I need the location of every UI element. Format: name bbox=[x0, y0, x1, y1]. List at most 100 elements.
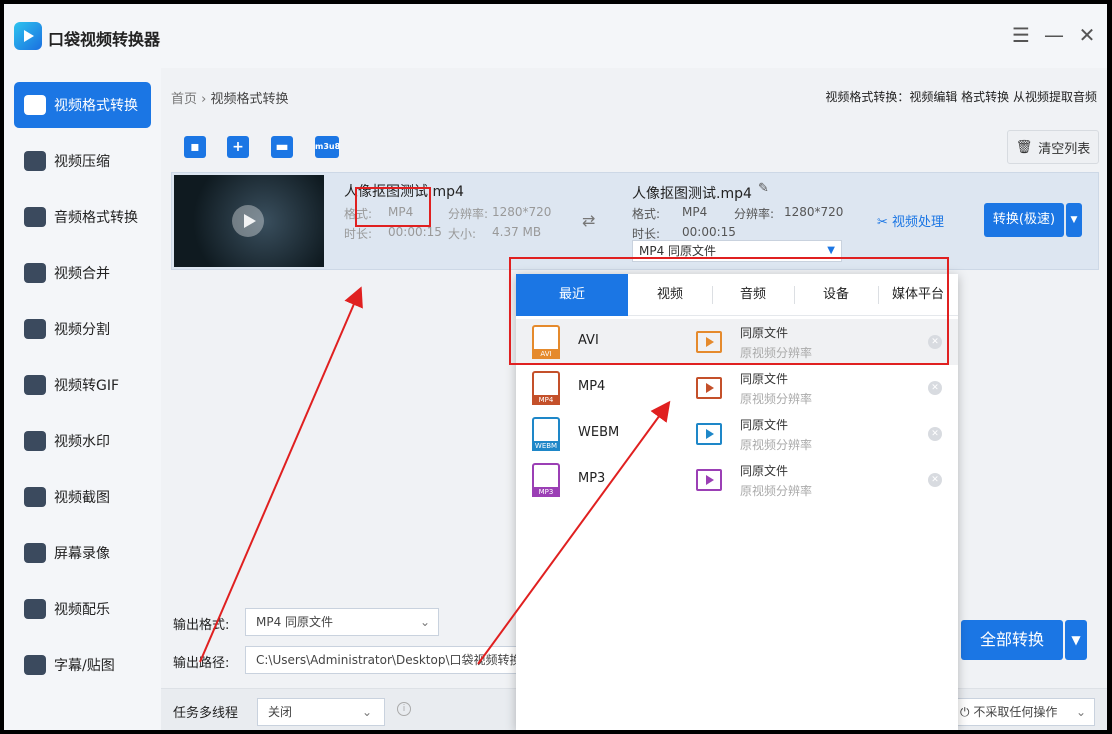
breadcrumb: 首页 › 视频格式转换 bbox=[171, 88, 289, 107]
sidebar-item-label: 视频转GIF bbox=[54, 378, 120, 394]
add-folder-icon[interactable]: + bbox=[227, 136, 249, 158]
src-res: 1280*720 bbox=[492, 205, 552, 219]
video-process-label: 视频处理 bbox=[892, 215, 945, 230]
app-window: 口袋视频转换器 ☰ — ✕ 视频格式转换 视频压缩 音频格式转换 视频合并 视频… bbox=[4, 4, 1107, 730]
sidebar-item-audio-convert[interactable]: 音频格式转换 bbox=[14, 194, 151, 240]
thread-select[interactable]: 关闭 ⌄ bbox=[257, 698, 385, 726]
sidebar-item-video-music[interactable]: 视频配乐 bbox=[14, 586, 151, 632]
breadcrumb-home[interactable]: 首页 bbox=[171, 92, 197, 107]
subtitle-icon bbox=[24, 655, 46, 675]
tab-device[interactable]: 设备 bbox=[794, 274, 878, 316]
out-res: 1280*720 bbox=[784, 205, 844, 219]
add-file-icon[interactable]: ▪ bbox=[184, 136, 206, 158]
output-path-input[interactable]: C:\Users\Administrator\Desktop\口袋视频转换 bbox=[245, 646, 525, 674]
sidebar-item-video-compress[interactable]: 视频压缩 bbox=[14, 138, 151, 184]
sidebar-item-label: 字幕/贴图 bbox=[54, 658, 115, 674]
gif-icon bbox=[24, 375, 46, 395]
format-name: WEBM bbox=[578, 425, 620, 440]
after-action-select[interactable]: ⏻ 不采取任何操作 ⌄ bbox=[951, 698, 1095, 726]
menu-icon[interactable]: ☰ bbox=[1010, 24, 1032, 46]
minimize-icon[interactable]: — bbox=[1043, 24, 1065, 46]
m3u8-icon[interactable]: m3u8 bbox=[315, 136, 340, 158]
sidebar-item-label: 视频压缩 bbox=[54, 154, 110, 170]
compress-icon bbox=[24, 151, 46, 171]
merge-icon bbox=[24, 263, 46, 283]
remove-icon[interactable]: ✕ bbox=[928, 473, 942, 487]
tab-recent[interactable]: 最近 bbox=[516, 274, 628, 316]
format-row-mp3[interactable]: MP3 MP3 同原文件 原视频分辨率 ✕ bbox=[516, 457, 958, 503]
sidebar-item-subtitle[interactable]: 字幕/贴图 bbox=[14, 642, 151, 688]
convert-options-dropdown[interactable]: ▼ bbox=[1066, 203, 1082, 237]
film-icon bbox=[696, 377, 722, 399]
film-icon bbox=[696, 331, 722, 353]
app-title: 口袋视频转换器 bbox=[48, 30, 161, 49]
remove-icon[interactable]: ✕ bbox=[928, 335, 942, 349]
sidebar-item-video-gif[interactable]: 视频转GIF bbox=[14, 362, 151, 408]
format-row-webm[interactable]: WEBM WEBM 同原文件 原视频分辨率 ✕ bbox=[516, 411, 958, 457]
sidebar-item-video-merge[interactable]: 视频合并 bbox=[14, 250, 151, 296]
source-file-name: 人像抠图测试.mp4 bbox=[344, 184, 464, 200]
shuffle-icon: ⇄ bbox=[582, 211, 596, 230]
tab-audio[interactable]: 音频 bbox=[712, 274, 794, 316]
bottom-format-select[interactable]: MP4 同原文件 ⌄ bbox=[245, 608, 439, 636]
tab-media-platform[interactable]: 媒体平台 bbox=[878, 274, 958, 316]
thread-label: 任务多线程 bbox=[173, 706, 239, 721]
quality-title: 同原文件 bbox=[740, 418, 789, 432]
tab-video[interactable]: 视频 bbox=[628, 274, 712, 316]
avi-file-tag: AVI bbox=[532, 349, 560, 359]
title-bar: 口袋视频转换器 ☰ — ✕ bbox=[4, 4, 1107, 68]
remove-icon[interactable]: ✕ bbox=[928, 427, 942, 441]
format-name: MP3 bbox=[578, 471, 606, 486]
trash-icon: 🗑 bbox=[1015, 139, 1033, 155]
remove-icon[interactable]: ✕ bbox=[928, 381, 942, 395]
mp3-file-tag: MP3 bbox=[532, 487, 560, 497]
sidebar-item-label: 视频截图 bbox=[54, 490, 110, 506]
webm-file-tag: WEBM bbox=[532, 441, 560, 451]
top-links[interactable]: 视频格式转换：视频编辑 格式转换 从视频提取音频 bbox=[825, 88, 1097, 105]
sidebar-item-label: 视频合并 bbox=[54, 266, 110, 282]
format-row-mp4[interactable]: MP4 MP4 同原文件 原视频分辨率 ✕ bbox=[516, 365, 958, 411]
format-popup: 最近 视频 音频 设备 媒体平台 AVI AVI 同原文件 原视频分辨率 ✕ M… bbox=[516, 274, 958, 730]
output-format-value: MP4 同原文件 bbox=[639, 244, 717, 258]
close-icon[interactable]: ✕ bbox=[1076, 24, 1098, 46]
sidebar-item-video-screenshot[interactable]: 视频截图 bbox=[14, 474, 151, 520]
quality-title: 同原文件 bbox=[740, 372, 789, 386]
output-format-select[interactable]: MP4 同原文件 ▼ bbox=[632, 240, 842, 262]
convert-all-dropdown[interactable]: ▼ bbox=[1065, 620, 1087, 660]
video-thumbnail[interactable] bbox=[174, 175, 324, 267]
clear-list-label: 清空列表 bbox=[1038, 141, 1091, 157]
video-process-button[interactable]: ✂ 视频处理 bbox=[877, 211, 944, 230]
mp4-file-icon: MP4 bbox=[532, 371, 560, 405]
chevron-down-icon: ▼ bbox=[827, 245, 835, 256]
clear-list-button[interactable]: 🗑 清空列表 bbox=[1007, 130, 1099, 164]
format-row-avi[interactable]: AVI AVI 同原文件 原视频分辨率 ✕ bbox=[516, 319, 958, 365]
info-icon[interactable]: i bbox=[397, 702, 411, 716]
breadcrumb-sep: › bbox=[201, 92, 207, 107]
out-res-label: 分辨率: bbox=[734, 207, 775, 221]
sidebar-item-label: 视频水印 bbox=[54, 434, 110, 450]
src-format: MP4 bbox=[388, 205, 414, 219]
quality-sub: 原视频分辨率 bbox=[740, 392, 813, 406]
src-dur: 00:00:15 bbox=[388, 225, 442, 239]
sidebar-item-video-convert[interactable]: 视频格式转换 bbox=[14, 82, 151, 128]
sidebar-item-video-watermark[interactable]: 视频水印 bbox=[14, 418, 151, 464]
quality-title: 同原文件 bbox=[740, 464, 789, 478]
play-icon[interactable] bbox=[232, 205, 264, 237]
convert-all-button[interactable]: 全部转换 bbox=[961, 620, 1063, 660]
sidebar-item-video-split[interactable]: 视频分割 bbox=[14, 306, 151, 352]
quality-title: 同原文件 bbox=[740, 326, 789, 340]
chevron-down-icon: ⌄ bbox=[419, 615, 430, 629]
out-format: MP4 bbox=[682, 205, 708, 219]
split-icon bbox=[24, 319, 46, 339]
chevron-down-icon: ⌄ bbox=[1075, 705, 1086, 719]
format-name: MP4 bbox=[578, 379, 606, 394]
sidebar-item-screen-record[interactable]: 屏幕录像 bbox=[14, 530, 151, 576]
edit-name-icon[interactable]: ✎ bbox=[758, 181, 769, 196]
output-path-label: 输出路径: bbox=[173, 656, 230, 671]
src-dur-label: 时长: bbox=[344, 227, 373, 241]
screenshot-icon bbox=[24, 487, 46, 507]
quality-sub: 原视频分辨率 bbox=[740, 438, 813, 452]
batch-icon[interactable]: ▬ bbox=[271, 136, 293, 158]
convert-fast-button[interactable]: 转换(极速) bbox=[984, 203, 1064, 237]
src-format-label: 格式: bbox=[344, 207, 373, 221]
